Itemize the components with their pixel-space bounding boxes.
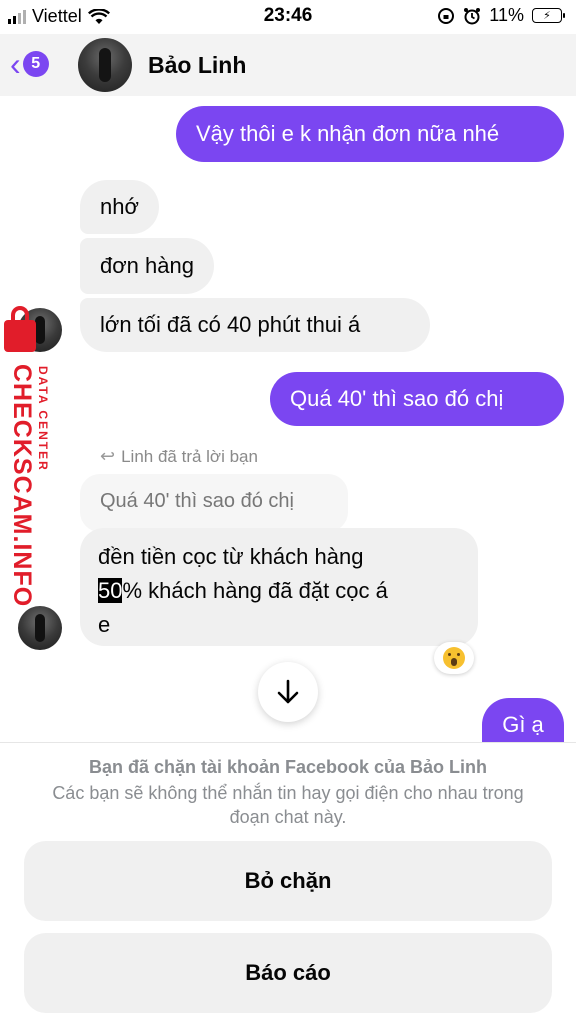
reaction-badge[interactable] [434,642,474,674]
incoming-reply-message[interactable]: đền tiền cọc từ khách hàng 50% khách hàn… [80,528,478,646]
reply-note-text: Linh đã trả lời bạn [121,446,258,466]
unblock-button[interactable]: Bỏ chặn [24,841,552,921]
rotation-lock-icon [438,7,455,24]
message-line: 50% khách hàng đã đặt cọc á [98,574,460,608]
battery-charging-icon: ⚡ [532,8,565,23]
blocked-panel: Bạn đã chặn tài khoản Facebook của Bảo L… [0,742,576,1024]
sender-avatar[interactable] [18,606,62,650]
blocked-description: Các bạn sẽ không thể nhắn tin hay gọi đi… [52,783,524,827]
chat-header: ‹ 5 Bảo Linh [0,34,576,96]
quoted-message[interactable]: Quá 40' thì sao đó chị [80,474,348,532]
watermark-text: CHECKSCAM.INFO [8,364,36,608]
status-right: 11% ⚡ [437,5,565,26]
blocked-title: Bạn đã chặn tài khoản Facebook của Bảo L… [88,757,488,777]
report-button[interactable]: Báo cáo [24,933,552,1013]
message-line: đền tiền cọc từ khách hàng [98,544,364,569]
wow-reaction-icon [443,647,465,669]
outgoing-message[interactable]: Vậy thôi e k nhận đơn nữa nhé [176,106,564,162]
alarm-icon [464,7,481,24]
incoming-message[interactable]: đơn hàng [80,238,214,294]
reply-indicator: ↩ Linh đã trả lời bạn [100,446,258,467]
incoming-message[interactable]: nhớ [80,180,159,234]
contact-avatar[interactable] [78,38,132,92]
message-line: e [98,612,111,637]
arrow-down-icon [277,679,299,704]
reply-arrow-icon: ↩ [100,446,116,466]
unread-count-badge: 5 [22,51,49,77]
watermark-subtext: DATA CENTER [36,366,50,472]
battery-percent: 11% [489,5,524,25]
chevron-left-icon: ‹ [10,46,21,82]
status-bar: Viettel 23:46 11% ⚡ [0,0,576,34]
lock-icon [4,306,36,352]
contact-name[interactable]: Bảo Linh [148,52,246,79]
back-button[interactable]: ‹ 5 [10,48,49,80]
outgoing-message[interactable]: Quá 40' thì sao đó chị [270,372,564,426]
incoming-message[interactable]: lớn tối đã có 40 phút thui á [80,298,430,352]
scroll-to-bottom-button[interactable] [258,662,318,722]
message-text: % khách hàng đã đặt cọc á [122,578,388,603]
highlighted-text: 50 [98,578,123,603]
